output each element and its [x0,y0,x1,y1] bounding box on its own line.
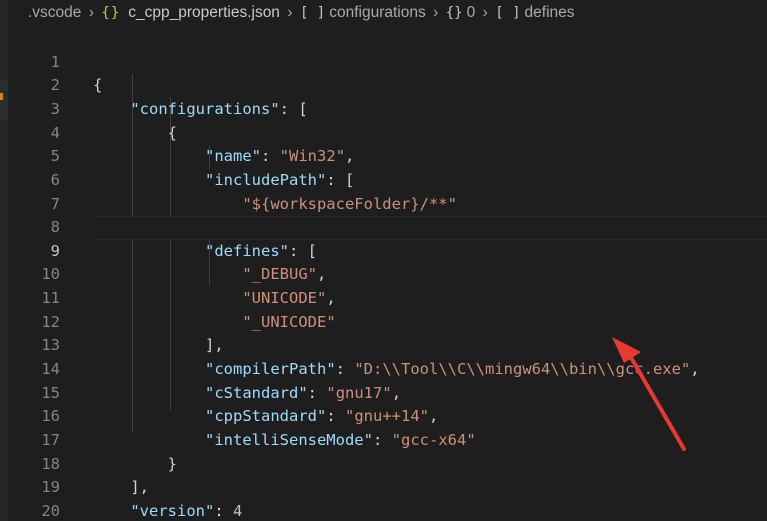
object-icon: {} [445,5,463,21]
code-editor[interactable]: 1 { 2 "configurations": [ 3 { 4 "name": … [0,27,767,520]
json-key: version [139,501,205,520]
code-line: 5 "includePath": [ [0,122,767,189]
code-line: 11 "_UNICODE" [0,263,767,331]
chevron-right-icon: › [433,4,439,21]
chevron-right-icon: › [88,4,94,21]
chevron-right-icon: › [482,4,488,21]
json-file-icon: {} [101,5,121,21]
breadcrumb-defines[interactable]: [ ] defines [495,4,574,22]
code-line: 19 "version": 4 [0,453,767,520]
editor-window: .vscode › {} c_cpp_properties.json › [ ]… [0,0,767,521]
breadcrumb-configurations-label: configurations [329,4,426,21]
breadcrumb-folder-label: .vscode [28,4,82,21]
breadcrumb-file[interactable]: {} c_cpp_properties.json [101,4,280,22]
code-line: 20 } [0,476,767,520]
chevron-right-icon: › [287,4,293,21]
code-line: 17 } [0,405,767,473]
code-line: 1 { [0,27,767,95]
breadcrumb-defines-label: defines [524,4,575,21]
array-icon: [ ] [495,5,521,21]
breadcrumb-configurations[interactable]: [ ] configurations [300,4,426,22]
breadcrumb-index-label: 0 [466,4,476,21]
breadcrumb-folder[interactable]: .vscode [28,4,81,22]
breadcrumb-index[interactable]: {} 0 [446,4,475,22]
code-line: 6 "${workspaceFolder}/**" [0,145,767,213]
code-line: 4 "name": "Win32", [0,98,767,166]
code-line: 14 "cStandard": "gnu17", [0,334,767,402]
code-line: 8 "defines": [ [0,192,767,260]
code-line: 15 "cppStandard": "gnu++14", [0,358,767,426]
line-number: 20 [41,501,60,520]
array-icon: [ ] [299,5,326,21]
code-line: 18 ], [0,429,767,497]
code-line: 10 "UNICODE", [0,240,767,307]
breadcrumb: .vscode › {} c_cpp_properties.json › [ ]… [28,0,575,26]
code-line: 12 ], [0,287,767,355]
breadcrumb-file-label: c_cpp_properties.json [128,4,280,21]
code-line: 7 ], [0,169,767,237]
code-line: 13 "compilerPath": "D:\\Tool\\C\\mingw64… [0,311,767,378]
code-line-current: 9 "_DEBUG", [0,216,767,283]
json-number-value: 4 [233,501,243,520]
code-line: 3 { [0,74,767,142]
code-line: 2 "configurations": [ [0,51,767,118]
code-line: 16 "intelliSenseMode": "gcc-x64" [0,382,767,449]
line-content: "version": 4 [130,501,243,520]
